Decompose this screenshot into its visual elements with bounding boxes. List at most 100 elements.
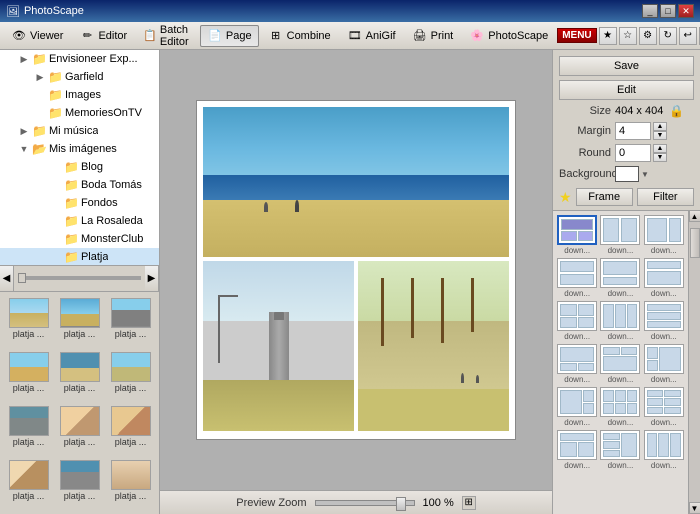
minimize-button[interactable]: _: [642, 4, 658, 18]
round-up[interactable]: ▲: [653, 144, 667, 153]
star-empty-button[interactable]: ☆: [619, 27, 637, 45]
tree-item[interactable]: 📁 Images: [0, 86, 159, 104]
layout-thumb[interactable]: [600, 258, 640, 288]
thumbnail-item[interactable]: platja ...: [4, 458, 53, 510]
layout-thumb[interactable]: [600, 344, 640, 374]
folder-tree[interactable]: ▶ 📁 Envisioneer Exp... ▶ 📁 Garfield 📁 Im…: [0, 50, 159, 266]
toolbar-combine[interactable]: ⊞ Combine: [261, 25, 338, 47]
thumbnail-image: [9, 352, 49, 382]
tree-expander: [32, 105, 48, 121]
scroll-thumb[interactable]: [690, 228, 700, 258]
layout-cell: [603, 433, 620, 440]
margin-up[interactable]: ▲: [653, 122, 667, 131]
zoom-percent: 100 %: [423, 497, 454, 509]
thumbnail-item[interactable]: platja ...: [55, 350, 104, 402]
frame-button[interactable]: Frame: [576, 188, 633, 206]
tree-item[interactable]: 📁 MemoriesOnTV: [0, 104, 159, 122]
toolbar-print[interactable]: 🖨 Print: [405, 25, 461, 47]
scroll-up-button[interactable]: ▲: [689, 210, 700, 222]
toolbar-photoscape[interactable]: 🌸 PhotoScape: [462, 25, 555, 47]
thumbnail-item[interactable]: platja ...: [4, 350, 53, 402]
edit-button[interactable]: Edit: [559, 80, 694, 100]
tree-item[interactable]: 📁 Platja: [0, 248, 159, 266]
maximize-button[interactable]: □: [660, 4, 676, 18]
tree-item[interactable]: ▼ 📂 Mis imágenes: [0, 140, 159, 158]
layout-grid-container[interactable]: down... down...: [553, 210, 688, 514]
layout-thumb[interactable]: [644, 215, 684, 245]
thumbnail-item[interactable]: platja ...: [55, 296, 104, 348]
layout-thumb[interactable]: [557, 215, 597, 245]
zoom-reset-button[interactable]: ⊞: [462, 496, 476, 510]
layout-thumb[interactable]: [600, 387, 640, 417]
layout-thumb[interactable]: [600, 215, 640, 245]
thumb-nav-prev[interactable]: ◀: [0, 266, 14, 291]
thumbnail-item[interactable]: platja ...: [106, 296, 155, 348]
layout-thumb[interactable]: [600, 430, 640, 460]
tree-expander[interactable]: ▼: [16, 141, 32, 157]
toolbar-viewer[interactable]: 👁 Viewer: [4, 25, 70, 47]
toolbar-editor[interactable]: ✏ Editor: [72, 25, 134, 47]
tree-item[interactable]: 📁 MonsterClub: [0, 230, 159, 248]
scroll-down-button[interactable]: ▼: [689, 502, 700, 514]
layout-thumb[interactable]: [557, 430, 597, 460]
round-down[interactable]: ▼: [653, 153, 667, 162]
layout-pattern: [558, 259, 596, 287]
layout-cell: [647, 407, 664, 414]
layout-thumb[interactable]: [557, 258, 597, 288]
thumbnail-item[interactable]: platja ...: [4, 404, 53, 456]
toolbar-anigif[interactable]: 🎞 AniGif: [340, 25, 403, 47]
close-button[interactable]: ✕: [678, 4, 694, 18]
background-color-picker[interactable]: [615, 166, 639, 182]
layout-label: down...: [564, 332, 590, 341]
layout-cell: [561, 219, 593, 230]
tree-item[interactable]: 📁 Boda Tomás: [0, 176, 159, 194]
filter-button[interactable]: Filter: [637, 188, 694, 206]
layout-thumb[interactable]: [644, 387, 684, 417]
thumbnail-item[interactable]: platja ...: [55, 458, 104, 510]
toolbar-page[interactable]: 📄 Page: [200, 25, 259, 47]
layout-cell: [603, 304, 614, 328]
tree-item[interactable]: 📁 Blog: [0, 158, 159, 176]
gear-button[interactable]: ⚙: [639, 27, 657, 45]
layout-thumb[interactable]: [644, 301, 684, 331]
round-input[interactable]: 0: [615, 144, 651, 162]
tree-item[interactable]: ▶ 📁 Mi música: [0, 122, 159, 140]
layout-item-wrap: down...: [557, 215, 597, 255]
layout-thumb[interactable]: [557, 301, 597, 331]
tree-item[interactable]: ▶ 📁 Garfield: [0, 68, 159, 86]
tree-item[interactable]: ▶ 📁 Envisioneer Exp...: [0, 50, 159, 68]
layout-thumb[interactable]: [644, 344, 684, 374]
layout-pattern: [645, 431, 683, 459]
layout-thumb[interactable]: [644, 430, 684, 460]
refresh-button[interactable]: ↻: [659, 27, 677, 45]
tree-expander[interactable]: ▶: [16, 51, 32, 67]
toolbar-batch[interactable]: 📋 Batch Editor: [136, 25, 198, 47]
margin-input[interactable]: 4: [615, 122, 651, 140]
layout-thumb[interactable]: [557, 344, 597, 374]
save-button[interactable]: Save: [559, 56, 694, 76]
thumbnail-item[interactable]: platja ...: [106, 458, 155, 510]
layout-label: down...: [608, 461, 634, 470]
tree-item[interactable]: 📁 Fondos: [0, 194, 159, 212]
layout-thumb[interactable]: [600, 301, 640, 331]
thumb-nav-next[interactable]: ▶: [145, 266, 159, 291]
layout-thumb[interactable]: [644, 258, 684, 288]
thumbnail-item[interactable]: platja ...: [4, 296, 53, 348]
collage-bottom-row: [203, 261, 509, 431]
round-spinners: ▲ ▼: [653, 144, 667, 162]
layout-thumb[interactable]: [557, 387, 597, 417]
zoom-slider[interactable]: [315, 500, 415, 506]
margin-down[interactable]: ▼: [653, 131, 667, 140]
menu-button[interactable]: MENU: [557, 28, 596, 43]
thumbnail-item[interactable]: platja ...: [55, 404, 104, 456]
star-filled-button[interactable]: ★: [599, 27, 617, 45]
thumbnail-item[interactable]: platja ...: [106, 404, 155, 456]
tree-item[interactable]: 📁 La Rosaleda: [0, 212, 159, 230]
thumbnail-item[interactable]: platja ...: [106, 350, 155, 402]
zoom-thumb[interactable]: [396, 497, 406, 511]
tree-expander[interactable]: ▶: [16, 123, 32, 139]
tree-label: MonsterClub: [81, 233, 143, 245]
undo-button[interactable]: ↩: [679, 27, 697, 45]
layout-label: down...: [608, 375, 634, 384]
tree-expander[interactable]: ▶: [32, 69, 48, 85]
